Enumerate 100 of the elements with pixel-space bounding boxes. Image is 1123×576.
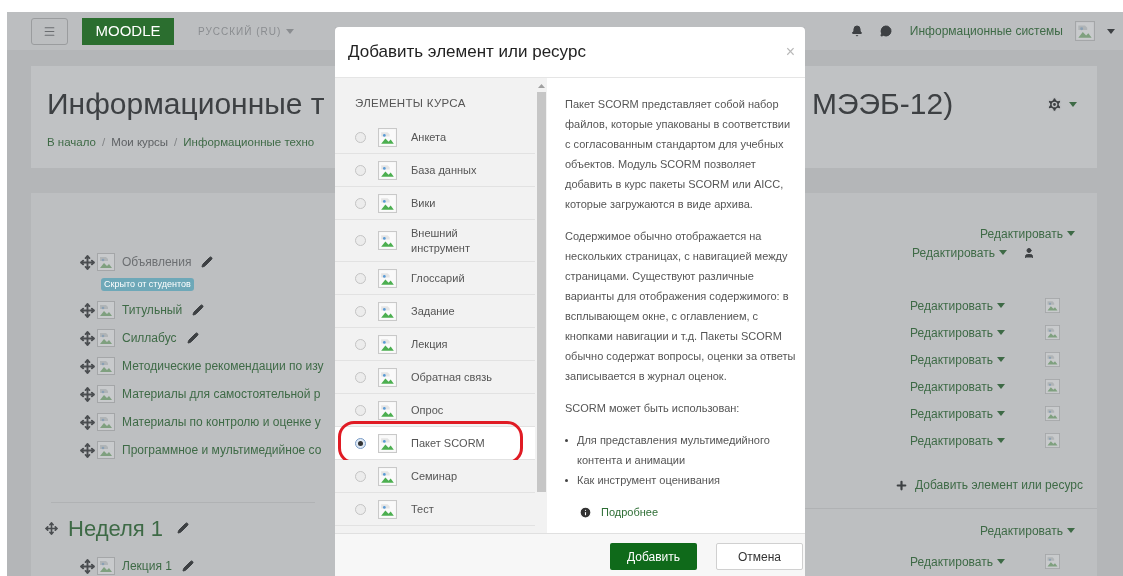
activity-type-label[interactable]: Задание [411, 303, 501, 319]
move-icon[interactable] [80, 302, 95, 318]
pencil-icon[interactable] [177, 522, 190, 534]
caret-icon [997, 330, 1005, 335]
breadcrumb-item[interactable]: В начало [47, 134, 96, 152]
caret-icon [997, 357, 1005, 362]
activity-type-label[interactable]: База данных [411, 162, 501, 178]
edit-menu[interactable]: Редактировать [980, 224, 1075, 243]
move-icon[interactable] [80, 386, 95, 402]
breadcrumb-item[interactable]: Информационные техно [183, 134, 315, 152]
breadcrumb-item: Мои курсы [111, 135, 169, 150]
cancel-button[interactable]: Отмена [716, 543, 803, 570]
edit-menu[interactable]: Редактировать [910, 350, 1005, 369]
image-icon [378, 367, 397, 387]
activity-link[interactable]: Программное и мультимедийное со [122, 441, 322, 459]
activity-type-label[interactable]: Лекция [411, 336, 501, 352]
radio-button[interactable] [355, 305, 366, 317]
activity-link[interactable]: Объявления [122, 253, 192, 271]
activity-link[interactable]: Методические рекомендации по изу [122, 357, 324, 375]
edit-menu[interactable]: Редактировать [910, 323, 1005, 342]
pencil-icon[interactable] [201, 256, 214, 268]
settings-icon[interactable] [1046, 96, 1063, 113]
pencil-icon[interactable] [192, 304, 205, 316]
image-icon [378, 433, 397, 453]
activity-type-label[interactable]: Семинар [411, 468, 501, 484]
edit-menu[interactable]: Редактировать [910, 552, 1005, 571]
image-icon [97, 253, 115, 271]
move-icon[interactable] [80, 330, 95, 346]
activity-type-label[interactable]: Тест [411, 501, 501, 517]
image-icon [378, 334, 397, 354]
radio-button[interactable] [355, 503, 366, 515]
image-icon [97, 329, 115, 347]
user-icon [1023, 246, 1035, 259]
activity-type-label[interactable]: Внешний инструмент [411, 225, 501, 256]
caret-icon [999, 250, 1007, 255]
caret-icon [286, 28, 295, 34]
breadcrumb-separator: / [102, 135, 106, 150]
bullet-text: Как инструмент оценивания [577, 473, 721, 488]
bullet-icon [565, 479, 568, 482]
radio-button[interactable] [355, 338, 366, 350]
section-title: Неделя 1 [68, 514, 164, 543]
radio-button[interactable] [355, 164, 366, 176]
add-button[interactable]: Добавить [610, 543, 697, 570]
edit-menu[interactable]: Редактировать [910, 431, 1005, 450]
move-icon[interactable] [45, 521, 58, 535]
list-heading: ЭЛЕМЕНТЫ КУРСА [354, 96, 467, 111]
user-menu[interactable]: Информационные системы [909, 22, 1063, 40]
radio-button[interactable] [355, 197, 366, 209]
bell-icon[interactable] [850, 25, 863, 37]
bullet-icon [565, 439, 568, 442]
scrollbar[interactable] [535, 78, 547, 533]
activity-link[interactable]: Материалы для самостоятельной р [122, 385, 321, 403]
chat-icon[interactable] [879, 25, 892, 37]
activity-link[interactable]: Материалы по контролю и оценке у [122, 413, 321, 431]
radio-button[interactable] [355, 272, 366, 284]
move-icon[interactable] [80, 414, 95, 430]
image-icon [378, 193, 397, 213]
radio-button[interactable] [355, 131, 366, 143]
caret-icon [1107, 28, 1115, 34]
modal-title: Добавить элемент или ресурс [348, 41, 586, 64]
image-icon [1045, 298, 1060, 313]
activity-type-label[interactable]: Вики [411, 195, 501, 211]
activity-link[interactable]: Силлабус [122, 329, 177, 347]
move-icon[interactable] [80, 558, 95, 574]
radio-button[interactable] [355, 235, 366, 246]
image-icon [97, 413, 115, 431]
pencil-icon[interactable] [181, 560, 194, 572]
move-icon[interactable] [80, 442, 95, 458]
add-activity-link[interactable]: Добавить элемент или ресурс [915, 476, 1083, 494]
activity-type-label[interactable]: Глоссарий [411, 270, 501, 286]
move-icon[interactable] [80, 358, 95, 374]
image-icon [1045, 406, 1060, 421]
edit-menu[interactable]: Редактировать [910, 377, 1005, 396]
info-icon [579, 505, 592, 519]
edit-menu[interactable]: Редактировать [910, 404, 1005, 423]
radio-button[interactable] [355, 437, 366, 449]
edit-menu[interactable]: Редактировать [980, 521, 1075, 540]
edit-menu[interactable]: Редактировать [912, 243, 1007, 262]
activity-link[interactable]: Лекция 1 [122, 557, 172, 575]
close-button[interactable]: × [785, 44, 795, 60]
image-icon [97, 357, 115, 375]
radio-button[interactable] [355, 470, 366, 482]
description-paragraph: SCORM может быть использован: [565, 401, 741, 416]
logo[interactable]: MOODLE [82, 17, 174, 45]
image-icon [1075, 21, 1095, 41]
activity-type-label[interactable]: Опрос [411, 402, 501, 418]
radio-button[interactable] [355, 404, 366, 416]
edit-menu[interactable]: Редактировать [910, 296, 1005, 315]
caret-icon [1069, 102, 1077, 107]
description-paragraph: Пакет SCORM представляет собой набор файлов, которые упакованы в соответствии с согласованным стандартом для учебных объектов. Модуль SCORM позволяет добавить в курс пакеты SCORM или AICC, которые загружаются в виде архива. [565, 97, 792, 212]
image-icon [378, 231, 397, 250]
pencil-icon[interactable] [186, 332, 199, 344]
move-icon[interactable] [80, 254, 95, 270]
activity-type-label[interactable]: Анкета [411, 129, 501, 145]
plus-icon [895, 478, 909, 492]
image-icon [97, 385, 115, 403]
activity-type-label[interactable]: Обратная связь [411, 369, 501, 385]
more-link[interactable]: Подробнее [601, 502, 659, 522]
radio-button[interactable] [355, 371, 366, 383]
activity-link[interactable]: Титульный [122, 301, 183, 319]
